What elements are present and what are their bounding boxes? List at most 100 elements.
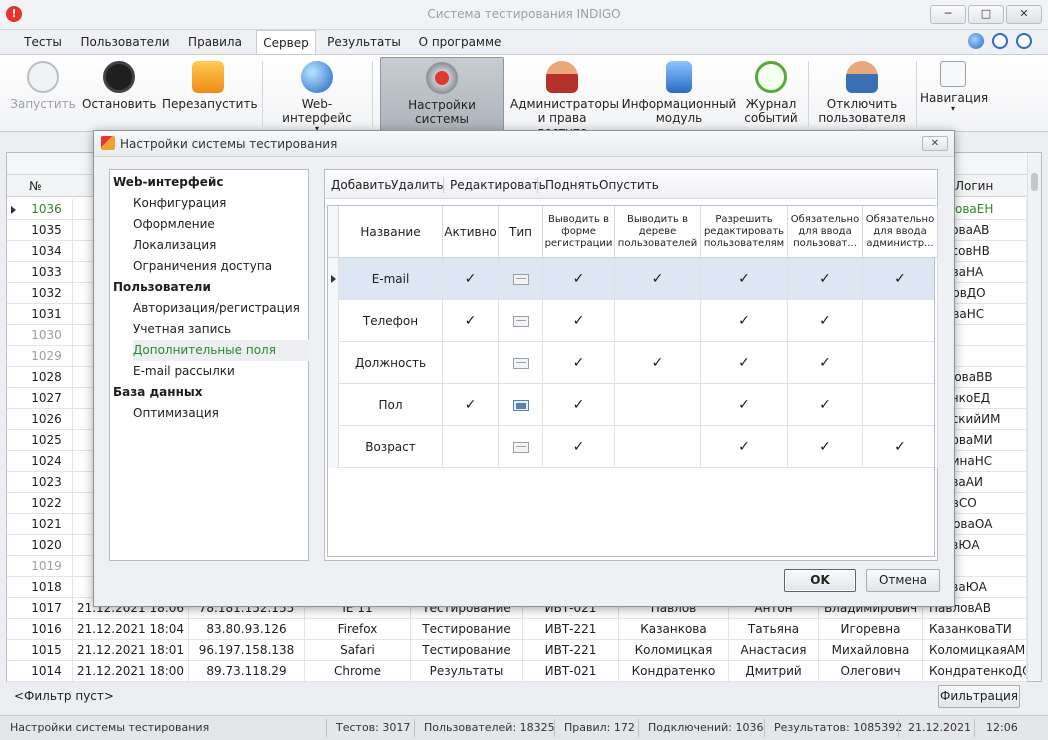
tab-about[interactable]: О программе	[414, 30, 506, 54]
checkbox-cell[interactable]	[863, 384, 938, 426]
restart-button[interactable]: Перезапустить	[162, 57, 258, 131]
column-header-no[interactable]: №	[29, 179, 41, 193]
table-row[interactable]: 1016 21.12.2021 18:04 83.80.93.126 Firefox Т…	[7, 619, 1027, 640]
tree-item[interactable]: Авторизация/регистрация	[133, 298, 300, 319]
admins-button[interactable]: Администраторы и права доступа	[510, 57, 619, 139]
checkbox-cell[interactable]	[863, 300, 938, 342]
tab-rules[interactable]: Правила	[182, 30, 248, 54]
table-row[interactable]: 1015 21.12.2021 18:01 96.197.158.138 Safari…	[7, 640, 1027, 661]
checkbox-cell[interactable]	[615, 384, 701, 426]
cancel-button[interactable]: Отмена	[866, 569, 940, 592]
delete-button[interactable]: Удалить	[391, 178, 444, 192]
vertical-scrollbar[interactable]	[1027, 153, 1041, 681]
field-row[interactable]: Телефон ✓ ✓ ✓ ✓	[328, 300, 938, 342]
tree-item[interactable]: Оформление	[133, 214, 215, 235]
field-type-cell[interactable]	[499, 342, 543, 384]
checkbox-cell[interactable]	[863, 342, 938, 384]
checkbox-cell[interactable]: ✓	[788, 342, 863, 384]
field-name-cell[interactable]: Должность	[339, 342, 443, 384]
column-header-login[interactable]: Логин	[955, 179, 993, 193]
dialog-close-button[interactable]: ✕	[922, 136, 948, 151]
tree-group[interactable]: База данных	[113, 382, 202, 403]
tree-group[interactable]: Web-интерфейс	[113, 172, 223, 193]
field-row[interactable]: E-mail ✓ ✓ ✓ ✓ ✓ ✓	[328, 258, 938, 300]
tab-users[interactable]: Пользователи	[80, 30, 170, 54]
checkbox-cell[interactable]	[443, 342, 499, 384]
header-active[interactable]: Активно	[443, 206, 499, 258]
field-row[interactable]: Возраст ✓ ✓ ✓ ✓	[328, 426, 938, 468]
checkbox-cell[interactable]: ✓	[615, 342, 701, 384]
edit-button[interactable]: Редактировать	[450, 178, 546, 192]
field-name-cell[interactable]: Возраст	[339, 426, 443, 468]
system-settings-button[interactable]: Настройки системы тестирования	[380, 57, 504, 140]
close-button[interactable]: ✕	[1006, 5, 1042, 24]
tree-item[interactable]: Ограничения доступа	[133, 256, 272, 277]
tree-item[interactable]: Локализация	[133, 235, 216, 256]
field-name-cell[interactable]: E-mail	[339, 258, 443, 300]
disconnect-user-button[interactable]: Отключить пользователя ▾	[814, 57, 910, 139]
checkbox-cell[interactable]: ✓	[863, 426, 938, 468]
checkbox-cell[interactable]: ✓	[543, 426, 615, 468]
move-up-button[interactable]: Поднять	[545, 178, 599, 192]
checkbox-cell[interactable]: ✓	[701, 426, 788, 468]
filter-text[interactable]: <Фильтр пуст>	[14, 689, 114, 703]
scrollbar-thumb[interactable]	[1031, 173, 1038, 191]
search-icon[interactable]	[1016, 33, 1032, 49]
checkbox-cell[interactable]: ✓	[863, 258, 938, 300]
checkbox-cell[interactable]: ✓	[543, 342, 615, 384]
info-module-button[interactable]: Информационный модуль	[620, 57, 738, 131]
event-log-button[interactable]: Журнал событий	[742, 57, 800, 131]
checkbox-cell[interactable]: ✓	[443, 258, 499, 300]
field-type-cell[interactable]	[499, 426, 543, 468]
tab-server[interactable]: Сервер	[256, 30, 316, 55]
table-row[interactable]: 1014 21.12.2021 18:00 89.73.118.29 Chrome Ре…	[7, 661, 1027, 682]
tree-item[interactable]: Учетная запись	[133, 319, 231, 340]
field-name-cell[interactable]: Телефон	[339, 300, 443, 342]
checkbox-cell[interactable]: ✓	[543, 384, 615, 426]
checkbox-cell[interactable]: ✓	[443, 300, 499, 342]
field-type-cell[interactable]	[499, 384, 543, 426]
maximize-button[interactable]: □	[968, 5, 1004, 24]
field-type-cell[interactable]	[499, 258, 543, 300]
checkbox-cell[interactable]: ✓	[788, 300, 863, 342]
field-row[interactable]: Должность ✓ ✓ ✓ ✓	[328, 342, 938, 384]
checkbox-cell[interactable]: ✓	[443, 384, 499, 426]
field-row[interactable]: Пол ✓ ✓ ✓ ✓	[328, 384, 938, 426]
tab-results[interactable]: Результаты	[326, 30, 402, 54]
minimize-button[interactable]: ─	[930, 5, 966, 24]
tab-tests[interactable]: Тесты	[16, 30, 70, 54]
tree-item[interactable]: E-mail рассылки	[133, 361, 235, 382]
filter-button[interactable]: Фильтрация	[938, 685, 1020, 708]
checkbox-cell[interactable]: ✓	[701, 258, 788, 300]
checkbox-cell[interactable]: ✓	[701, 300, 788, 342]
web-interface-button[interactable]: Web-интерфейс ▾	[268, 57, 366, 133]
header-editable[interactable]: Разрешить редактировать пользователям	[701, 206, 788, 258]
header-name[interactable]: Название	[339, 206, 443, 258]
checkbox-cell[interactable]	[443, 426, 499, 468]
header-tree[interactable]: Выводить в дереве пользователей	[615, 206, 701, 258]
header-required-user[interactable]: Обязательно для ввода пользоват...	[788, 206, 863, 258]
checkbox-cell[interactable]: ✓	[788, 426, 863, 468]
tree-item[interactable]: Оптимизация	[133, 403, 219, 424]
checkbox-cell[interactable]: ✓	[701, 342, 788, 384]
checkbox-cell[interactable]: ✓	[615, 258, 701, 300]
add-button[interactable]: Добавить	[331, 178, 391, 192]
checkbox-cell[interactable]	[615, 300, 701, 342]
field-name-cell[interactable]: Пол	[339, 384, 443, 426]
field-type-cell[interactable]	[499, 300, 543, 342]
header-registration[interactable]: Выводить в форме регистрации	[543, 206, 615, 258]
zoom-icon[interactable]	[992, 33, 1008, 49]
stop-button[interactable]: Остановить	[82, 57, 157, 131]
start-button[interactable]: Запустить	[10, 57, 76, 131]
ok-button[interactable]: OK	[784, 569, 856, 592]
checkbox-cell[interactable]: ✓	[543, 300, 615, 342]
tree-group[interactable]: Пользователи	[113, 277, 211, 298]
checkbox-cell[interactable]: ✓	[701, 384, 788, 426]
checkbox-cell[interactable]: ✓	[543, 258, 615, 300]
checkbox-cell[interactable]: ✓	[788, 384, 863, 426]
header-type[interactable]: Тип	[499, 206, 543, 258]
tree-item[interactable]: Конфигурация	[133, 193, 226, 214]
checkbox-cell[interactable]: ✓	[788, 258, 863, 300]
move-down-button[interactable]: Опустить	[599, 178, 659, 192]
navigation-button[interactable]: Навигация ▾	[920, 57, 988, 131]
